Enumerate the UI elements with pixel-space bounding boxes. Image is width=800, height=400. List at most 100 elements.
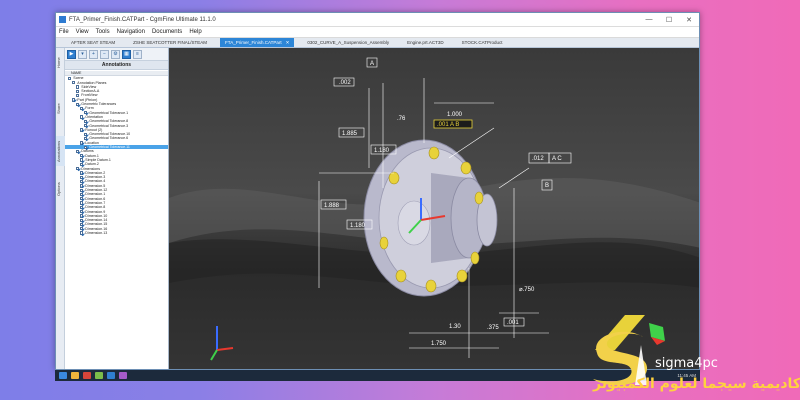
list-icon[interactable]: ≡ — [133, 49, 142, 59]
visibility-checkbox[interactable] — [76, 102, 80, 106]
visibility-checkbox[interactable] — [80, 175, 84, 179]
visibility-checkbox[interactable] — [80, 197, 84, 201]
menu-tools[interactable]: Tools — [96, 29, 110, 35]
dim-1750: 1.750 — [431, 341, 447, 347]
start-icon[interactable] — [59, 372, 67, 379]
close-button[interactable]: ✕ — [679, 13, 699, 26]
expand-icon[interactable]: + — [89, 49, 98, 59]
visibility-checkbox[interactable] — [76, 89, 80, 93]
visibility-checkbox[interactable] — [80, 214, 84, 218]
side-tab-annotations[interactable]: Annotations — [56, 136, 65, 166]
visibility-checkbox[interactable] — [80, 154, 84, 158]
dim-1180-b: 1.180 — [350, 223, 366, 229]
close-tab-icon[interactable]: ✕ — [286, 40, 290, 46]
visibility-checkbox[interactable] — [84, 145, 88, 149]
menu-view[interactable]: View — [76, 29, 89, 35]
visibility-checkbox[interactable] — [84, 132, 88, 136]
visibility-checkbox[interactable] — [84, 124, 88, 128]
visibility-checkbox[interactable] — [76, 149, 80, 154]
dim-1885: 1.885 — [342, 131, 358, 137]
select-icon[interactable]: ▶ — [67, 49, 76, 59]
visibility-checkbox[interactable] — [84, 111, 88, 115]
visibility-checkbox[interactable] — [84, 136, 88, 141]
app-icon-purple[interactable] — [119, 372, 127, 379]
dim-012: .012 — [532, 156, 544, 162]
document-tab-label: STOCK.CATProduct — [461, 40, 503, 45]
visibility-checkbox[interactable] — [80, 128, 84, 132]
visibility-checkbox[interactable] — [80, 218, 84, 222]
dim-76: .76 — [397, 116, 406, 122]
visibility-checkbox[interactable] — [80, 192, 84, 197]
app-icon-green[interactable] — [95, 372, 103, 379]
side-tab-share[interactable]: Share — [56, 98, 65, 120]
document-tab[interactable]: AFTER SEAT STEAM — [66, 38, 120, 47]
document-tab-label: ZSHE SEATCOTTER FINAL/STEAM — [133, 40, 208, 45]
dim-002: .002 — [339, 80, 351, 86]
explorer-icon[interactable] — [71, 372, 79, 379]
maximize-button[interactable]: ☐ — [659, 13, 679, 26]
side-tab-options[interactable]: Options — [56, 178, 65, 200]
visibility-checkbox[interactable] — [68, 76, 72, 81]
visibility-checkbox[interactable] — [76, 93, 80, 98]
tree-item[interactable]: Dimension.13 — [65, 231, 168, 235]
menu-bar: File View Tools Navigation Documents Hel… — [56, 27, 699, 38]
collapse-icon[interactable]: − — [100, 49, 109, 59]
panel-title: Annotations — [65, 60, 168, 70]
visibility-checkbox[interactable] — [80, 171, 84, 175]
menu-help[interactable]: Help — [189, 29, 201, 35]
visibility-checkbox[interactable] — [72, 98, 76, 102]
menu-file[interactable]: File — [59, 29, 69, 35]
visibility-checkbox[interactable] — [76, 167, 80, 171]
window-title: FTA_Primer_Finish.CATPart - CgmFine Ulti… — [69, 16, 216, 23]
visibility-checkbox[interactable] — [80, 162, 84, 167]
dim-a: A — [370, 61, 374, 67]
visibility-checkbox[interactable] — [72, 81, 76, 85]
visibility-checkbox[interactable] — [80, 205, 84, 209]
visibility-checkbox[interactable] — [76, 85, 80, 89]
dim-datum-b: B — [545, 183, 549, 189]
document-tab-label: AFTER SEAT STEAM — [71, 40, 116, 45]
document-tab-label: 0302_CURVE_A_Suspension_Assembly — [307, 40, 390, 45]
side-tab-home[interactable]: Home — [56, 52, 65, 74]
dim-tolerance-frame: .001 A B — [437, 122, 459, 128]
menu-documents[interactable]: Documents — [152, 29, 182, 35]
visibility-checkbox[interactable] — [80, 188, 84, 192]
minimize-button[interactable]: — — [639, 13, 659, 26]
dim-001: .001 — [507, 320, 519, 326]
panel-toolbar: ▶ ▾ + − ⚙ ▦ ≡ — [65, 48, 168, 60]
visibility-checkbox[interactable] — [80, 141, 84, 145]
visibility-checkbox[interactable] — [80, 210, 84, 214]
visibility-checkbox[interactable] — [80, 227, 84, 231]
menu-navigation[interactable]: Navigation — [117, 29, 145, 35]
visibility-checkbox[interactable] — [80, 184, 84, 188]
tree-item-label: Geometrical Tolerance.11 — [89, 145, 130, 150]
document-tab[interactable]: 0302_CURVE_A_Suspension_Assembly — [302, 38, 394, 47]
dim-375: .375 — [487, 325, 499, 331]
visibility-checkbox[interactable] — [84, 119, 88, 124]
document-tabs: AFTER SEAT STEAM ZSHE SEATCOTTER FINAL/ST… — [56, 38, 699, 48]
visibility-checkbox[interactable] — [80, 106, 84, 111]
visibility-checkbox[interactable] — [80, 115, 84, 119]
grid-icon[interactable]: ▦ — [122, 49, 131, 59]
document-tab[interactable]: FTA_Primer_Finish.CATPart ✕ — [220, 38, 295, 47]
document-tab[interactable]: ZSHE SEATCOTTER FINAL/STEAM — [128, 38, 212, 47]
visibility-checkbox[interactable] — [80, 158, 84, 162]
cgmfine-taskbar-icon[interactable] — [107, 372, 115, 379]
document-tab[interactable]: STOCK.CATProduct — [457, 38, 508, 47]
view-axis-triad — [210, 326, 234, 361]
document-tab-label: Engine.prt.ACT3D — [407, 40, 444, 45]
visibility-checkbox[interactable] — [80, 201, 84, 205]
title-bar: FTA_Primer_Finish.CATPart - CgmFine Ulti… — [56, 13, 699, 27]
brand-name: sigma4pc — [655, 356, 718, 371]
app-icon — [59, 16, 66, 23]
side-tabs: Home Share Annotations Options — [56, 48, 65, 369]
settings-icon[interactable]: ⚙ — [111, 49, 120, 59]
visibility-checkbox[interactable] — [80, 222, 84, 227]
media-icon[interactable] — [83, 372, 91, 379]
visibility-checkbox[interactable] — [80, 179, 84, 184]
document-tab[interactable]: Engine.prt.ACT3D — [402, 38, 449, 47]
visibility-checkbox[interactable] — [80, 231, 84, 235]
dim-130: 1.30 — [449, 324, 461, 330]
dim-1180: 1.180 — [374, 148, 390, 154]
filter-icon[interactable]: ▾ — [78, 49, 87, 59]
